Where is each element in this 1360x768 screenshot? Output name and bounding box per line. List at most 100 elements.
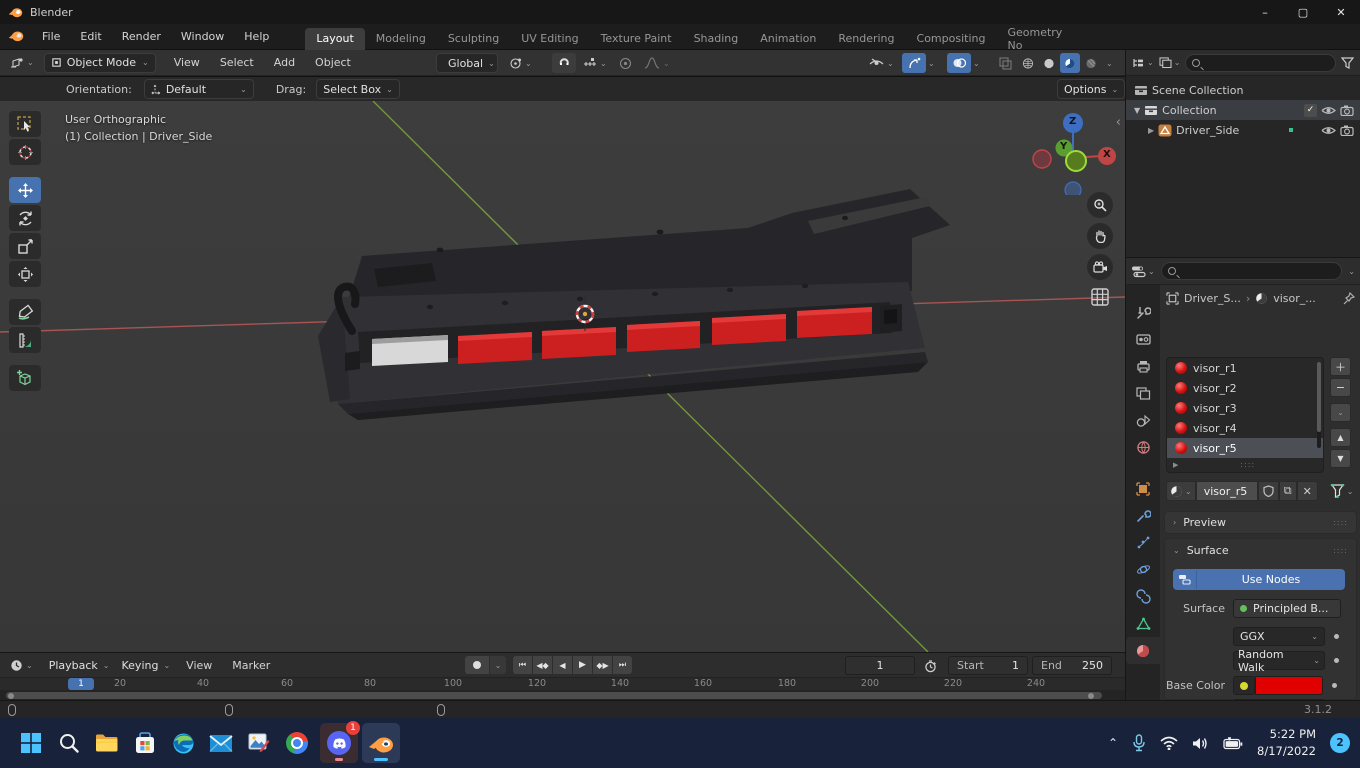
menu-add[interactable]: Add [264,50,305,76]
tool-annotate[interactable] [9,299,41,325]
preview-panel-header[interactable]: › Preview :::: [1164,511,1357,534]
pivot-point-dropdown[interactable]: ⌄ [505,53,536,73]
proportional-editing-toggle[interactable] [614,53,636,73]
slot-label[interactable]: visor_r3 [1193,402,1237,415]
panel-grip[interactable]: :::: [1333,518,1348,527]
microsoft-store-button[interactable] [126,723,164,763]
tab-uv-editing[interactable]: UV Editing [510,28,589,50]
slot-label[interactable]: visor_r4 [1193,422,1237,435]
tab-modeling[interactable]: Modeling [365,28,437,50]
visibility-dropdown[interactable]: ⌄ [865,53,898,73]
chrome-button[interactable] [278,723,316,763]
blender-menu-icon[interactable] [0,29,32,45]
outliner-item-label[interactable]: Driver_Side [1176,124,1285,137]
animate-dot[interactable] [1334,634,1339,639]
current-frame-field[interactable]: 1 [845,656,915,675]
tab-shading[interactable]: Shading [683,28,750,50]
tool-move[interactable] [9,177,41,203]
speaker-icon[interactable] [1192,736,1209,751]
animate-dot[interactable] [1334,658,1339,663]
panel-grip[interactable]: :::: [1333,546,1348,555]
orthographic-toggle-button[interactable] [1090,287,1110,310]
tab-scene-icon[interactable] [1126,407,1160,434]
orientation-default-dropdown[interactable]: Default⌄ [144,79,254,99]
slot-scrollbar[interactable] [1317,362,1321,448]
start-button[interactable] [12,723,50,763]
scrollbar-left-handle[interactable] [8,693,14,699]
shading-solid-button[interactable] [1039,53,1059,73]
snap-toggle[interactable] [552,53,576,73]
play-button[interactable]: ▶ [573,656,592,674]
viewport-3d[interactable]: User Orthographic (1) Collection | Drive… [0,101,1125,652]
timeline-ruler[interactable]: 20 40 60 80 100 120 140 160 180 200 220 … [0,678,1125,690]
browse-material-dropdown[interactable]: ⌄ [1166,481,1196,501]
slot-visor-r4[interactable]: visor_r4 [1167,418,1323,438]
breadcrumb-object[interactable]: Driver_S... [1184,292,1241,305]
outliner-row-driver-side[interactable]: ▶ Driver_Side [1126,120,1360,140]
proportional-falloff-dropdown[interactable]: ⌄ [640,53,674,73]
slot-visor-r3[interactable]: visor_r3 [1167,398,1323,418]
gizmo-neg-z[interactable] [1065,182,1081,195]
menu-select[interactable]: Select [210,50,264,76]
next-keyframe-button[interactable]: ◆▶ [593,656,612,674]
base-color-socket-button[interactable] [1233,676,1255,695]
checkbox-icon[interactable]: ✓ [1304,104,1317,117]
properties-search-input[interactable] [1161,262,1343,280]
file-explorer-button[interactable] [88,723,126,763]
outliner-item-label[interactable]: Scene Collection [1152,84,1243,97]
play-reverse-button[interactable]: ◀ [553,656,572,674]
remove-slot-button[interactable]: − [1330,378,1351,397]
close-button[interactable]: ✕ [1322,0,1360,24]
use-nodes-button[interactable]: Use Nodes [1173,569,1345,590]
jump-to-start-button[interactable]: ⏮ [513,656,532,674]
properties-editor-type-dropdown[interactable]: ⌄ [1131,265,1155,278]
auto-keyframe-button[interactable] [465,656,489,674]
camera-render-icon[interactable] [1340,105,1354,116]
jump-to-end-button[interactable]: ⏭ [613,656,632,674]
mode-dropdown[interactable]: Object Mode⌄ [44,53,156,73]
tool-rotate[interactable] [9,205,41,231]
zoom-button[interactable] [1087,192,1113,218]
tab-material-icon[interactable] [1126,637,1160,664]
gizmos-toggle[interactable] [902,53,926,73]
surface-shader-value[interactable]: Principled B... [1233,599,1341,618]
current-frame-marker[interactable]: 1 [68,678,94,690]
tray-chevron-icon[interactable]: ⌃ [1108,736,1118,750]
camera-render-icon[interactable] [1340,125,1354,136]
playback-menu[interactable]: Playback⌄ [43,655,116,675]
pin-icon[interactable] [1343,292,1355,305]
sidebar-collapse-arrow[interactable]: ‹ [1116,115,1121,130]
tab-sculpting[interactable]: Sculpting [437,28,510,50]
overlays-dropdown[interactable]: ⌄ [973,59,980,68]
end-frame-field[interactable]: End250 [1032,656,1112,675]
outliner-search-input[interactable] [1185,54,1336,72]
slot-specials-arrow[interactable]: ▶ [1173,461,1178,469]
mail-button[interactable] [202,723,240,763]
edge-button[interactable] [164,723,202,763]
model-driver-side-visor[interactable] [318,189,950,420]
menu-help[interactable]: Help [234,24,279,50]
tab-object-data-icon[interactable] [1126,610,1160,637]
eye-icon[interactable] [1321,105,1336,116]
marker-menu[interactable]: Marker [222,652,280,678]
menu-file[interactable]: File [32,24,70,50]
tab-view-layer-icon[interactable] [1126,380,1160,407]
scrollbar-right-handle[interactable] [1088,693,1094,699]
shading-dropdown[interactable]: ⌄ [1102,59,1117,68]
outliner-item-label[interactable]: Collection [1162,104,1300,117]
transform-orientation-dropdown[interactable]: Global⌄ [436,53,498,73]
tab-rendering[interactable]: Rendering [827,28,905,50]
tab-object-icon[interactable] [1126,475,1160,502]
add-slot-button[interactable]: ＋ [1330,357,1351,376]
tab-physics-icon[interactable] [1126,556,1160,583]
menu-render[interactable]: Render [112,24,171,50]
animate-dot[interactable] [1332,683,1337,688]
overlays-toggle[interactable] [947,53,971,73]
microphone-icon[interactable] [1132,734,1146,752]
slot-visor-r5[interactable]: visor_r5 [1167,438,1323,458]
material-name-field[interactable]: visor_r5 [1196,481,1258,501]
gizmo-neg-y[interactable] [1066,151,1086,171]
slot-label[interactable]: visor_r1 [1193,362,1237,375]
keying-set-dropdown[interactable]: ⌄ [490,656,506,674]
tab-texture-paint[interactable]: Texture Paint [590,28,683,50]
